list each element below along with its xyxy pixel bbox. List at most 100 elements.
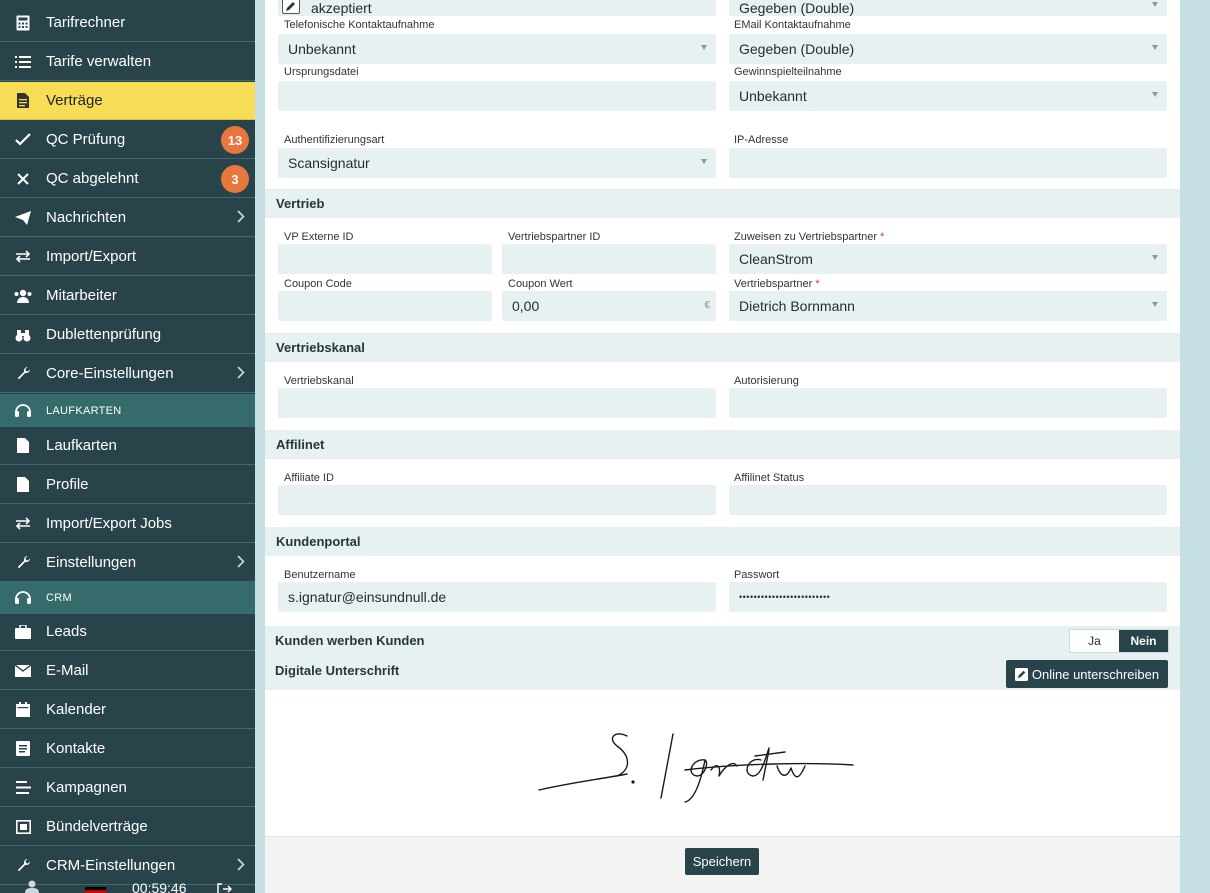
telefon-select[interactable]: Unbekannt	[278, 34, 716, 64]
sidebar-item-leads[interactable]: Leads	[0, 613, 255, 651]
partner-select[interactable]: Dietrich Bornmann	[729, 291, 1167, 321]
user-icon[interactable]	[25, 880, 39, 893]
sidebar-item-label: Profile	[46, 476, 89, 493]
signature-title: Digitale Unterschrift	[275, 663, 400, 678]
affilinet-status-input[interactable]	[729, 485, 1167, 515]
chevron-right-icon	[237, 210, 245, 227]
sidebar-item-label: Einstellungen	[46, 554, 137, 571]
coupon-code-label: Coupon Code	[284, 278, 352, 290]
sidebar-item-label: Bündelverträge	[46, 818, 148, 835]
coupon-wert-input[interactable]: 0,00 €	[502, 291, 716, 321]
sidebar-item-tarifrechner[interactable]: Tarifrechner	[0, 4, 255, 42]
caret-down-icon	[1152, 255, 1158, 260]
briefcase-icon	[0, 624, 46, 639]
password-input[interactable]: •••••••••••••••••••••••••	[729, 582, 1167, 612]
binoculars-icon	[0, 328, 46, 342]
sidebar-item-label: Kontakte	[46, 740, 106, 757]
gewinnspiel-select[interactable]: Unbekannt	[729, 81, 1167, 111]
sidebar-item-core-einstellungen[interactable]: Core-Einstellungen	[0, 355, 255, 393]
sidebar-item-kontakte[interactable]: Kontakte	[0, 730, 255, 768]
sidebar-item-einstellungen[interactable]: Einstellungen	[0, 544, 255, 582]
zuweisen-select[interactable]: CleanStrom	[729, 244, 1167, 274]
affiliate-id-label: Affiliate ID	[284, 472, 334, 484]
auth-select[interactable]: Scansignatur	[278, 148, 716, 178]
sign-online-button[interactable]: Online unterschreiben	[1006, 660, 1168, 688]
sidebar-item-qc-abgelehnt[interactable]: QC abgelehnt 3	[0, 160, 255, 198]
sidebar-item-buendelvertraege[interactable]: Bündelverträge	[0, 808, 255, 846]
sidebar-item-kalender[interactable]: Kalender	[0, 691, 255, 729]
consent-value: akzeptiert	[311, 0, 372, 16]
sidebar: Tarifrechner Tarife verwalten Verträge Q…	[0, 0, 255, 893]
vp-id-input[interactable]	[502, 244, 716, 274]
sidebar-item-label: CRM-Einstellungen	[46, 857, 176, 874]
autorisierung-input[interactable]	[729, 388, 1167, 418]
sidebar-item-nachrichten[interactable]: Nachrichten	[0, 199, 255, 237]
affilinet-status-label: Affilinet Status	[734, 472, 805, 484]
signature-canvas[interactable]	[265, 690, 1180, 836]
save-button[interactable]: Speichern	[685, 848, 759, 875]
chevron-right-icon	[237, 366, 245, 383]
required-mark: *	[880, 231, 885, 243]
sidebar-item-laufkarten[interactable]: Laufkarten	[0, 427, 255, 465]
sidebar-item-email[interactable]: E-Mail	[0, 652, 255, 690]
caret-down-icon	[1152, 92, 1158, 97]
kwk-toggle[interactable]: Ja Nein	[1069, 629, 1169, 653]
email-value: Gegeben (Double)	[739, 41, 855, 57]
sidebar-item-import-export-jobs[interactable]: Import/Export Jobs	[0, 505, 255, 543]
ip-input[interactable]	[729, 148, 1167, 178]
sidebar-item-label: Import/Export Jobs	[46, 515, 172, 532]
username-input[interactable]: s.ignatur@einsundnull.de	[278, 582, 716, 612]
sidebar-item-mitarbeiter[interactable]: Mitarbeiter	[0, 277, 255, 315]
sidebar-item-kampagnen[interactable]: Kampagnen	[0, 769, 255, 807]
envelope-icon	[0, 664, 46, 677]
sidebar-item-tarife-verwalten[interactable]: Tarife verwalten	[0, 43, 255, 81]
sidebar-item-label: Leads	[46, 623, 87, 640]
kwk-no-option[interactable]: Nein	[1119, 630, 1168, 652]
telefon-value: Unbekannt	[288, 41, 356, 57]
sidebar-item-dublettenpruefung[interactable]: Dublettenprüfung	[0, 316, 255, 354]
coupon-code-input[interactable]	[278, 291, 492, 321]
users-icon	[0, 289, 46, 303]
partner-label: Vertriebspartner *	[734, 278, 820, 290]
sidebar-item-label: Tarife verwalten	[46, 53, 152, 70]
sidebar-item-import-export[interactable]: Import/Export	[0, 238, 255, 276]
kanal-input[interactable]	[278, 388, 716, 418]
consent-right-select[interactable]: Gegeben (Double)	[729, 0, 1167, 16]
consent-field[interactable]: akzeptiert	[278, 0, 716, 16]
section-header-laufkarten: LAUFKARTEN	[0, 394, 255, 427]
contacts-icon	[0, 741, 46, 756]
gewinnspiel-value: Unbekannt	[739, 88, 807, 104]
sidebar-item-qc-pruefung[interactable]: QC Prüfung 13	[0, 121, 255, 159]
section-kundenportal: Kundenportal	[265, 527, 1180, 556]
sidebar-item-profile[interactable]: Profile	[0, 466, 255, 504]
email-select[interactable]: Gegeben (Double)	[729, 34, 1167, 64]
section-vertriebskanal: Vertriebskanal	[265, 333, 1180, 362]
file-icon	[0, 438, 46, 453]
sidebar-item-label: Import/Export	[46, 248, 137, 265]
logout-icon[interactable]	[217, 882, 233, 893]
chevron-right-icon	[237, 858, 245, 875]
telefon-label: Telefonische Kontaktaufnahme	[284, 19, 435, 31]
wrench-icon	[0, 366, 46, 381]
sidebar-footer: 00:59:46	[0, 878, 255, 893]
sidebar-item-label: E-Mail	[46, 662, 89, 679]
affiliate-id-input[interactable]	[278, 485, 716, 515]
section-header-crm: CRM	[0, 581, 255, 614]
autorisierung-label: Autorisierung	[734, 375, 799, 387]
username-label: Benutzername	[284, 569, 356, 581]
partner-value: Dietrich Bornmann	[739, 298, 855, 314]
ursprung-input[interactable]	[278, 81, 716, 111]
german-flag-icon[interactable]	[85, 884, 106, 893]
arrows-exchange-icon	[0, 517, 46, 530]
edit-icon[interactable]	[282, 0, 300, 14]
caret-down-icon	[1152, 45, 1158, 50]
count-badge: 3	[221, 165, 249, 193]
edit-square-icon	[1014, 667, 1028, 681]
required-mark: *	[815, 278, 820, 290]
zuweisen-label: Zuweisen zu Vertriebspartner *	[734, 231, 884, 243]
vp-externe-input[interactable]	[278, 244, 492, 274]
section-label: CRM	[46, 591, 72, 604]
kwk-yes-option[interactable]: Ja	[1070, 630, 1119, 652]
sidebar-item-vertraege[interactable]: Verträge	[0, 82, 255, 120]
coupon-wert-value: 0,00	[512, 298, 540, 314]
